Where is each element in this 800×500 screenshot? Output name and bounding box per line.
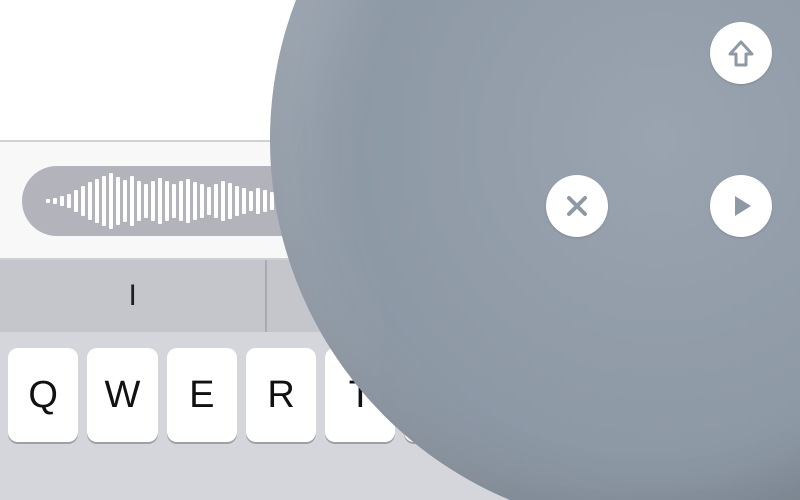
key-q[interactable]: Q <box>8 348 78 442</box>
waveform-bar <box>242 188 246 214</box>
waveform-bar <box>60 196 64 206</box>
waveform-bar <box>95 179 99 223</box>
waveform-bar <box>256 188 260 214</box>
waveform-bar <box>158 178 162 224</box>
waveform-bar <box>172 184 176 218</box>
waveform-bar <box>137 181 141 221</box>
waveform-bar <box>123 180 127 222</box>
arrow-up-icon <box>726 38 756 68</box>
waveform-bar <box>179 181 183 221</box>
waveform-bar <box>221 181 225 221</box>
waveform-bar <box>200 184 204 218</box>
waveform-bar <box>235 186 239 216</box>
waveform-bar <box>46 199 50 203</box>
close-icon <box>564 193 590 219</box>
quicktype-suggestion[interactable]: I <box>0 260 267 332</box>
waveform-bar <box>144 184 148 218</box>
waveform-bar <box>109 173 113 229</box>
waveform-bar <box>102 176 106 226</box>
waveform-bar <box>207 187 211 215</box>
play-button[interactable] <box>710 175 772 237</box>
waveform-bar <box>214 184 218 218</box>
key-w[interactable]: W <box>87 348 157 442</box>
waveform-bar <box>151 181 155 221</box>
key-r[interactable]: R <box>246 348 316 442</box>
waveform-bar <box>88 182 92 220</box>
waveform-bar <box>186 179 190 223</box>
waveform-bar <box>193 182 197 220</box>
waveform-bar <box>74 190 78 212</box>
waveform-bar <box>263 190 267 212</box>
waveform-bar <box>228 183 232 219</box>
waveform-bar <box>53 198 57 204</box>
waveform-bar <box>130 176 134 226</box>
waveform-bar <box>249 191 253 211</box>
send-button[interactable] <box>710 22 772 84</box>
waveform-bar <box>116 177 120 225</box>
play-icon <box>727 192 755 220</box>
waveform-bar <box>67 194 71 208</box>
waveform-bar <box>81 186 85 216</box>
key-e[interactable]: E <box>167 348 237 442</box>
waveform-bar <box>165 181 169 221</box>
cancel-button[interactable] <box>546 175 608 237</box>
